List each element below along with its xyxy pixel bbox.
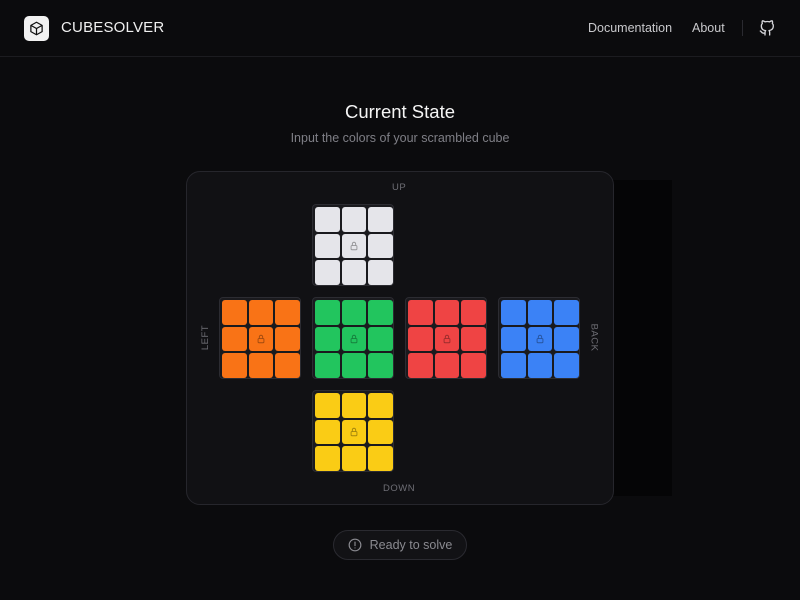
face-down	[312, 390, 394, 472]
sticker-up-1[interactable]	[341, 207, 366, 232]
face-front	[312, 297, 394, 379]
face-label-left: LEFT	[200, 324, 212, 351]
lock-icon	[443, 334, 451, 343]
sticker-left-5[interactable]	[275, 326, 300, 351]
sticker-left-7[interactable]	[248, 353, 273, 378]
sticker-down-2[interactable]	[368, 393, 393, 418]
sticker-back-6[interactable]	[501, 353, 526, 378]
sticker-left-2[interactable]	[275, 300, 300, 325]
sticker-back-8[interactable]	[554, 353, 579, 378]
face-back	[498, 297, 580, 379]
sticker-right-6[interactable]	[408, 353, 433, 378]
nav-divider	[742, 20, 743, 36]
sticker-left-6[interactable]	[222, 353, 247, 378]
sticker-down-0[interactable]	[315, 393, 340, 418]
sticker-right-5[interactable]	[461, 326, 486, 351]
sticker-down-5[interactable]	[368, 419, 393, 444]
lock-icon	[350, 334, 358, 343]
face-right	[405, 297, 487, 379]
sticker-right-7[interactable]	[434, 353, 459, 378]
sticker-front-2[interactable]	[368, 300, 393, 325]
sticker-up-2[interactable]	[368, 207, 393, 232]
sticker-up-5[interactable]	[368, 233, 393, 258]
sticker-front-8[interactable]	[368, 353, 393, 378]
center-sticker-down	[341, 419, 366, 444]
sticker-left-8[interactable]	[275, 353, 300, 378]
header: CUBESOLVER Documentation About	[0, 0, 800, 57]
sticker-back-3[interactable]	[501, 326, 526, 351]
brand-name: CUBESOLVER	[61, 19, 165, 36]
sticker-left-1[interactable]	[248, 300, 273, 325]
sticker-up-6[interactable]	[315, 260, 340, 285]
sticker-down-8[interactable]	[368, 446, 393, 471]
sticker-up-8[interactable]	[368, 260, 393, 285]
sticker-down-3[interactable]	[315, 419, 340, 444]
sticker-back-2[interactable]	[554, 300, 579, 325]
sticker-left-3[interactable]	[222, 326, 247, 351]
nav-about-link[interactable]: About	[692, 21, 725, 35]
center-sticker-back	[527, 326, 552, 351]
face-label-up: UP	[392, 182, 407, 193]
sticker-right-2[interactable]	[461, 300, 486, 325]
lock-icon	[350, 241, 358, 250]
sticker-down-7[interactable]	[341, 446, 366, 471]
cube-icon	[30, 21, 43, 36]
face-label-down: DOWN	[383, 483, 416, 494]
sticker-front-1[interactable]	[341, 300, 366, 325]
nav-documentation-link[interactable]: Documentation	[588, 21, 672, 35]
face-up	[312, 204, 394, 286]
sticker-right-0[interactable]	[408, 300, 433, 325]
status-text: Ready to solve	[369, 538, 453, 552]
logo[interactable]	[24, 16, 49, 41]
center-sticker-right	[434, 326, 459, 351]
center-sticker-left	[248, 326, 273, 351]
sticker-left-0[interactable]	[222, 300, 247, 325]
sticker-back-7[interactable]	[527, 353, 552, 378]
center-sticker-up	[341, 233, 366, 258]
sticker-front-3[interactable]	[315, 326, 340, 351]
panel-shadow	[612, 180, 672, 496]
sticker-right-1[interactable]	[434, 300, 459, 325]
sticker-right-3[interactable]	[408, 326, 433, 351]
face-label-back: BACK	[588, 323, 600, 352]
lock-icon	[536, 334, 544, 343]
sticker-back-1[interactable]	[527, 300, 552, 325]
face-left	[219, 297, 301, 379]
alert-circle-icon	[348, 538, 362, 552]
sticker-back-5[interactable]	[554, 326, 579, 351]
sticker-front-0[interactable]	[315, 300, 340, 325]
github-icon[interactable]	[759, 18, 775, 36]
lock-icon	[350, 427, 358, 436]
center-sticker-front	[341, 326, 366, 351]
sticker-down-6[interactable]	[315, 446, 340, 471]
sticker-down-1[interactable]	[341, 393, 366, 418]
sticker-up-7[interactable]	[341, 260, 366, 285]
sticker-right-8[interactable]	[461, 353, 486, 378]
sticker-front-6[interactable]	[315, 353, 340, 378]
page-subtitle: Input the colors of your scrambled cube	[290, 131, 510, 145]
page-title: Current State	[344, 101, 456, 122]
sticker-front-5[interactable]	[368, 326, 393, 351]
sticker-up-0[interactable]	[315, 207, 340, 232]
status-pill: Ready to solve	[333, 530, 467, 560]
sticker-front-7[interactable]	[341, 353, 366, 378]
sticker-back-0[interactable]	[501, 300, 526, 325]
lock-icon	[257, 334, 265, 343]
sticker-up-3[interactable]	[315, 233, 340, 258]
